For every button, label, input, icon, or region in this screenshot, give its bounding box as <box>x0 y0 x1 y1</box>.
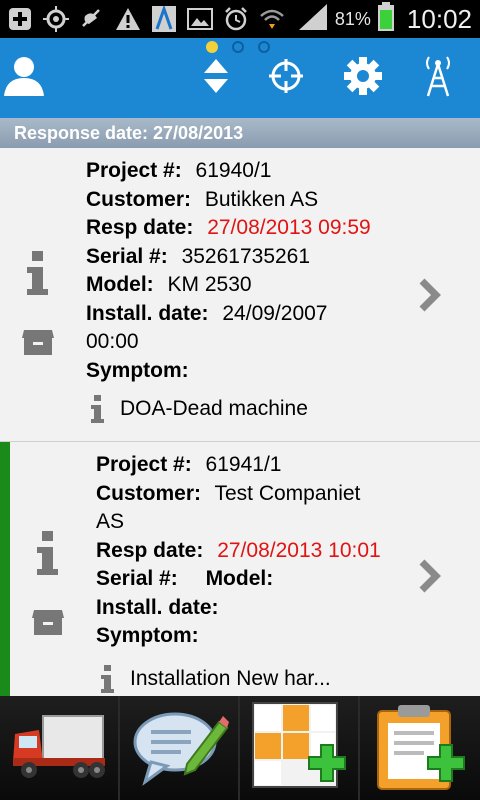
job-list[interactable]: Project #: 61940/1 Customer: Butikken AS… <box>0 148 480 696</box>
sort-updown-icon <box>201 56 231 101</box>
symptom-label: Symptom: <box>96 624 199 647</box>
customer-label: Customer: <box>96 481 202 505</box>
wifi-download-icon <box>258 5 286 33</box>
list-item[interactable]: Project #: 61941/1 Customer: Test Compan… <box>0 442 480 696</box>
section-header: Response date: 27/08/2013 <box>0 118 480 148</box>
chevron-right-icon[interactable] <box>415 275 445 315</box>
gps-icon <box>42 5 70 33</box>
serial-label: Serial #: <box>96 567 178 590</box>
page-dot[interactable] <box>258 41 270 53</box>
battery-icon <box>377 1 395 37</box>
comment-edit-icon <box>129 706 229 791</box>
add-icon <box>6 5 34 33</box>
info-small-icon <box>86 394 110 424</box>
item-fields: Project #: 61940/1 Customer: Butikken AS… <box>86 157 371 385</box>
bottom-toolbar <box>0 696 480 800</box>
resp-date-label: Resp date: <box>86 216 194 239</box>
antenna-icon <box>418 54 458 103</box>
satellite-off-icon <box>78 5 106 33</box>
model-label: Model: <box>205 567 274 590</box>
connection-button[interactable] <box>414 54 462 102</box>
page-dot[interactable] <box>232 41 244 53</box>
list-item[interactable]: Project #: 61940/1 Customer: Butikken AS… <box>0 148 480 442</box>
clock: 10:02 <box>406 3 472 34</box>
info-icon[interactable] <box>8 248 68 298</box>
resp-date-label: Resp date: <box>96 538 204 562</box>
project-label: Project #: <box>96 453 192 476</box>
alarm-icon <box>222 5 250 33</box>
symptom-text: Installation New har... <box>130 667 331 690</box>
resp-date-value: 27/08/2013 09:59 <box>207 216 371 239</box>
image-icon <box>186 5 214 33</box>
settings-button[interactable] <box>339 54 387 102</box>
item-fields: Project #: 61941/1 Customer: Test Compan… <box>96 451 381 651</box>
truck-icon <box>9 706 109 791</box>
status-bar: 81% 10:02 <box>0 0 480 38</box>
page-dot[interactable] <box>206 41 218 53</box>
grid-add-icon <box>249 701 349 796</box>
clipboard-add-icon <box>370 701 470 796</box>
symptom-text: DOA-Dead machine <box>120 397 308 420</box>
customer-value: Butikken AS <box>204 187 319 211</box>
model-value: KM 2530 <box>167 273 252 296</box>
page-indicator <box>206 41 270 53</box>
customer-value-cont: AS <box>96 510 125 533</box>
grid-add-button[interactable] <box>240 696 360 800</box>
signal-icon <box>298 3 329 35</box>
project-value: 61940/1 <box>195 159 272 182</box>
gear-icon <box>343 56 383 101</box>
target-icon <box>267 57 305 100</box>
resp-date-value: 27/08/2013 10:01 <box>217 538 381 562</box>
info-icon[interactable] <box>18 528 78 578</box>
user-icon <box>2 54 46 103</box>
comment-button[interactable] <box>120 696 240 800</box>
archive-icon[interactable] <box>8 322 68 362</box>
project-label: Project #: <box>86 159 182 182</box>
app-a-icon <box>150 5 178 33</box>
truck-button[interactable] <box>0 696 120 800</box>
install-date-label: Install. date: <box>86 301 209 325</box>
symptom-label: Symptom: <box>86 358 189 382</box>
battery-percent: 81% <box>334 8 371 29</box>
symptom-note: DOA-Dead machine <box>86 394 308 424</box>
customer-label: Customer: <box>86 187 192 211</box>
locate-button[interactable] <box>262 54 310 102</box>
install-date-value: 24/09/2007 <box>222 301 328 325</box>
model-label: Model: <box>86 273 154 296</box>
clipboard-add-button[interactable] <box>360 696 480 800</box>
project-value: 61941/1 <box>205 453 282 476</box>
sort-button[interactable] <box>192 54 240 102</box>
install-date-label: Install. date: <box>96 595 219 619</box>
archive-icon[interactable] <box>18 602 78 642</box>
install-time-value: 00:00 <box>86 330 139 353</box>
action-bar <box>0 38 480 118</box>
customer-value: Test Companiet <box>214 481 361 505</box>
user-button[interactable] <box>0 54 48 102</box>
info-small-icon <box>96 664 120 694</box>
symptom-note: Installation New har... <box>96 664 331 694</box>
serial-label: Serial #: <box>86 244 168 268</box>
warning-icon <box>114 5 142 33</box>
chevron-right-icon[interactable] <box>415 556 445 596</box>
serial-value: 35261735261 <box>181 244 311 268</box>
